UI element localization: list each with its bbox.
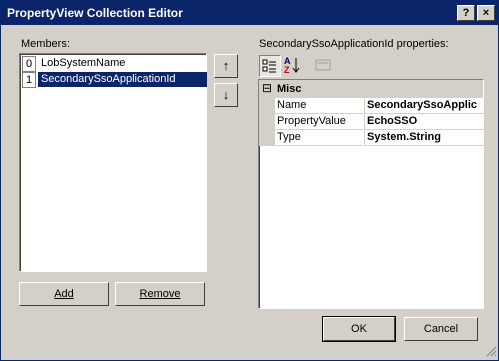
ok-button[interactable]: OK bbox=[322, 316, 396, 342]
property-name: Name bbox=[275, 98, 363, 114]
property-row-name[interactable]: Name SecondarySsoApplic bbox=[275, 98, 484, 114]
add-button-label: Add bbox=[54, 288, 74, 300]
member-index: 0 bbox=[22, 56, 36, 72]
property-value[interactable]: SecondarySsoApplic bbox=[364, 98, 484, 114]
move-down-button[interactable]: ↓ bbox=[214, 83, 238, 107]
collection-editor-window: PropertyView Collection Editor ? × Membe… bbox=[0, 0, 499, 361]
list-item[interactable]: 0 LobSystemName bbox=[22, 56, 206, 72]
property-grid[interactable]: ⊟ Misc Name SecondarySsoApplic PropertyV… bbox=[258, 79, 484, 309]
resize-grip-icon bbox=[486, 346, 497, 357]
list-item[interactable]: 1 SecondarySsoApplicationId bbox=[22, 72, 207, 88]
sort-az-icon: A Z bbox=[284, 56, 300, 75]
svg-text:Z: Z bbox=[284, 65, 290, 75]
categorized-icon bbox=[262, 59, 276, 73]
collapse-toggle-icon[interactable]: ⊟ bbox=[262, 81, 272, 95]
property-name: Type bbox=[275, 130, 363, 146]
members-label: Members: bbox=[21, 38, 70, 50]
remove-button[interactable]: Remove bbox=[115, 282, 205, 306]
property-name: PropertyValue bbox=[275, 114, 363, 130]
property-value[interactable]: System.String bbox=[364, 130, 484, 146]
resize-grip[interactable] bbox=[485, 345, 497, 357]
help-button[interactable]: ? bbox=[457, 5, 475, 21]
close-button[interactable]: × bbox=[477, 5, 495, 21]
remove-button-label: Remove bbox=[139, 288, 181, 300]
category-label: Misc bbox=[277, 83, 302, 95]
property-pages-button[interactable] bbox=[313, 55, 333, 75]
member-index: 1 bbox=[22, 72, 36, 88]
window-title: PropertyView Collection Editor bbox=[7, 6, 183, 20]
title-bar: PropertyView Collection Editor ? × bbox=[1, 1, 498, 25]
grid-margin bbox=[259, 98, 275, 146]
property-row-propertyvalue[interactable]: PropertyValue EchoSSO bbox=[275, 114, 484, 130]
add-button[interactable]: Add bbox=[19, 282, 109, 306]
members-list[interactable]: 0 LobSystemName 1 SecondarySsoApplicatio… bbox=[19, 53, 207, 272]
member-label: LobSystemName bbox=[41, 57, 126, 69]
property-row-type[interactable]: Type System.String bbox=[275, 130, 484, 146]
categorized-view-button[interactable] bbox=[259, 55, 281, 77]
property-pages-icon bbox=[315, 59, 331, 71]
alphabetical-view-button[interactable]: A Z bbox=[282, 55, 302, 75]
member-label: SecondarySsoApplicationId bbox=[38, 72, 207, 87]
properties-label: SecondarySsoApplicationId properties: bbox=[259, 38, 449, 50]
property-value[interactable]: EchoSSO bbox=[364, 114, 484, 130]
move-up-button[interactable]: ↑ bbox=[214, 54, 238, 78]
cancel-button[interactable]: Cancel bbox=[404, 317, 478, 341]
category-row-misc[interactable]: ⊟ Misc bbox=[259, 80, 483, 98]
